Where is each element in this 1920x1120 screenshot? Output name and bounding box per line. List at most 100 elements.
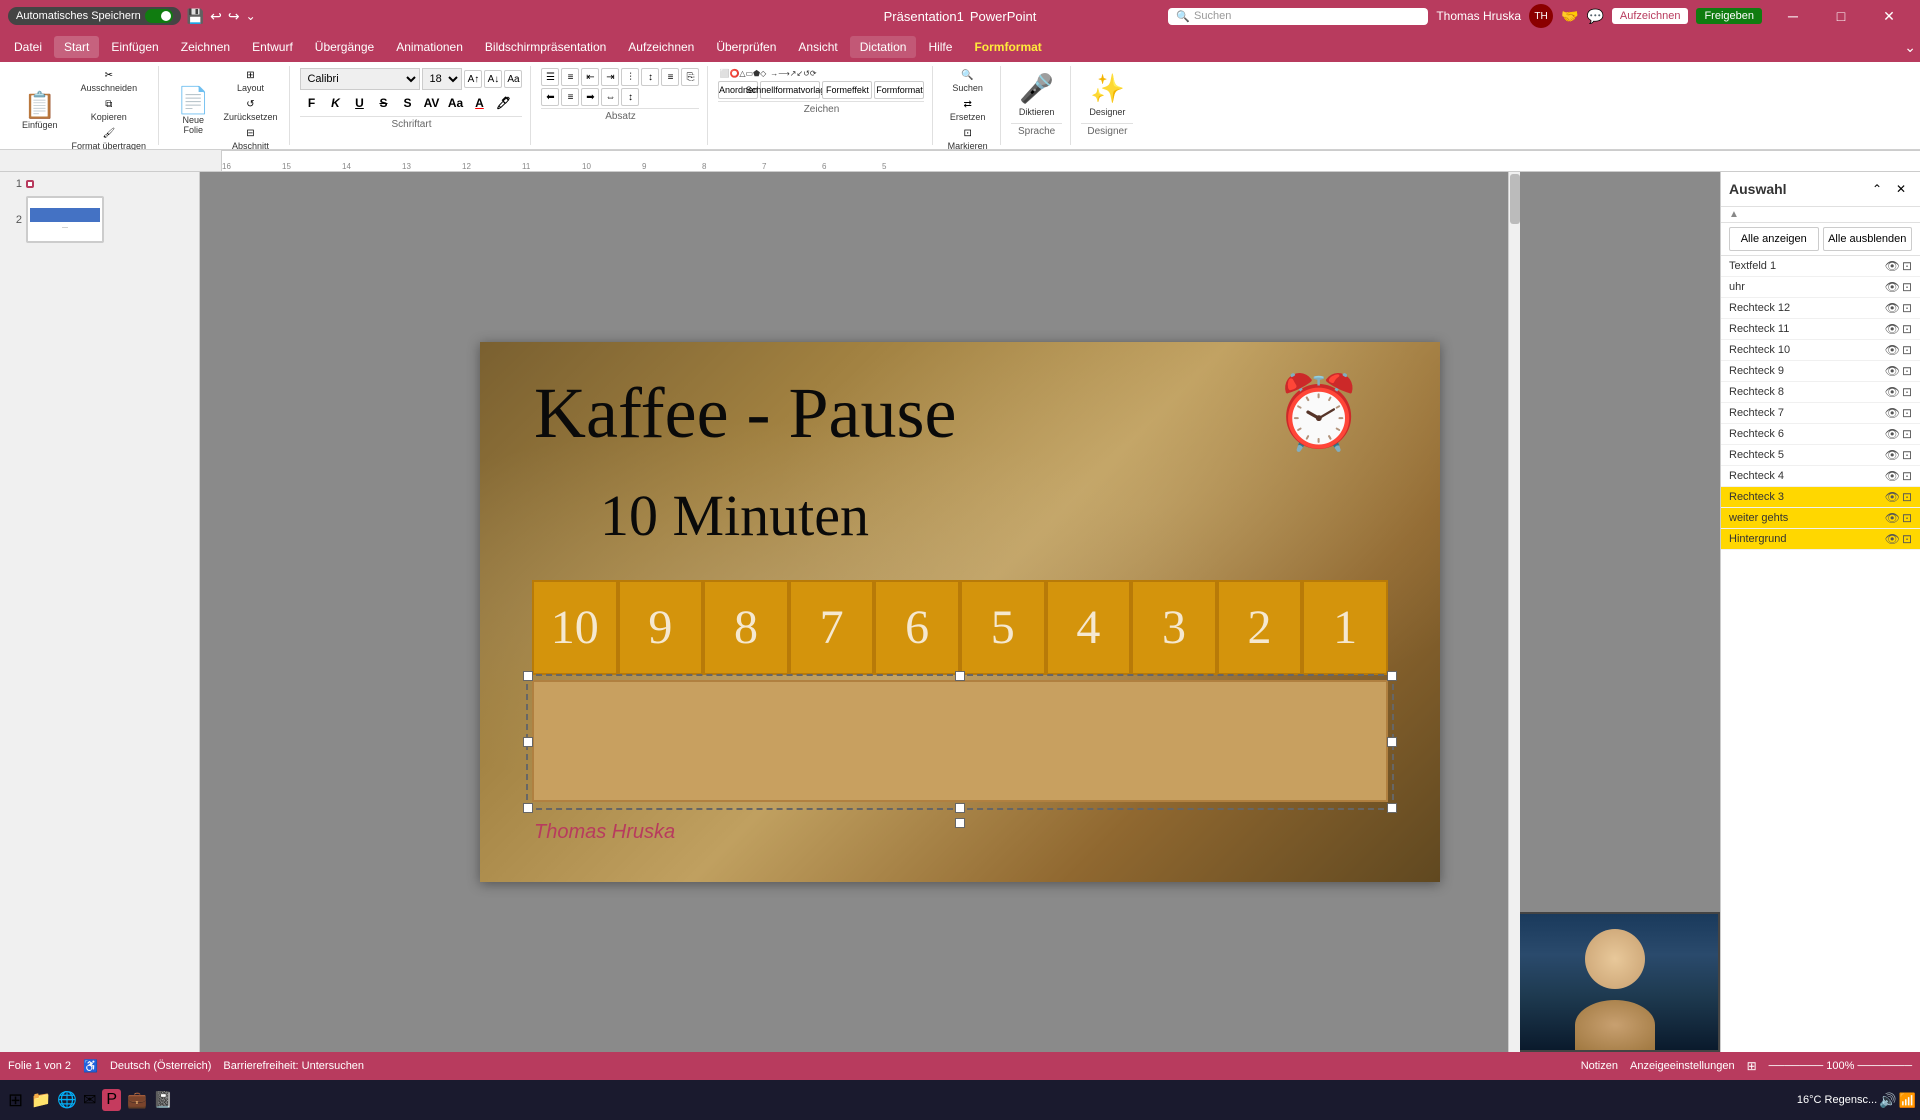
align-left-button[interactable]: ⬅ [541, 88, 559, 106]
line-spacing-button[interactable]: ↕ [621, 88, 639, 106]
increase-indent-button[interactable]: ⇥ [601, 68, 619, 86]
menu-datei[interactable]: Datei [4, 36, 52, 58]
menu-aufzeichnen[interactable]: Aufzeichnen [618, 36, 704, 58]
panel-close-button[interactable]: ✕ [1890, 178, 1912, 200]
view-settings-button[interactable]: Anzeigeeinstellungen [1630, 1060, 1735, 1072]
menu-hilfe[interactable]: Hilfe [918, 36, 962, 58]
layer-rechteck8[interactable]: Rechteck 8 👁 ⊡ [1721, 382, 1920, 403]
neue-folie-button[interactable]: 📄 NeueFolie [169, 83, 217, 139]
formeffekt-button[interactable]: Formeffekt [822, 81, 872, 99]
font-increase-button[interactable]: A↑ [464, 70, 482, 88]
ersetzen-button[interactable]: ⇄ Ersetzen [946, 97, 990, 124]
lock-icon[interactable]: ⊡ [1902, 385, 1912, 399]
lock-icon[interactable]: ⊡ [1902, 511, 1912, 525]
layer-rechteck7[interactable]: Rechteck 7 👁 ⊡ [1721, 403, 1920, 424]
menu-entwurf[interactable]: Entwurf [242, 36, 303, 58]
bullet-list-button[interactable]: ☰ [541, 68, 559, 86]
menu-ueberpruefen[interactable]: Überprüfen [706, 36, 786, 58]
numbered-list-button[interactable]: ≡ [561, 68, 579, 86]
taskbar-onenote[interactable]: 📓 [153, 1090, 173, 1110]
font-color-button[interactable]: A [468, 92, 490, 114]
scroll-thumb[interactable] [1510, 174, 1520, 224]
layer-rechteck12[interactable]: Rechteck 12 👁 ⊡ [1721, 298, 1920, 319]
taskbar-mail[interactable]: ✉ [83, 1090, 96, 1110]
eye-icon[interactable]: 👁 [1885, 511, 1900, 525]
vertical-scrollbar[interactable] [1508, 172, 1520, 1052]
taskbar-teams[interactable]: 💼 [127, 1090, 147, 1110]
lock-icon[interactable]: ⊡ [1902, 280, 1912, 294]
layer-rechteck11[interactable]: Rechteck 11 👁 ⊡ [1721, 319, 1920, 340]
lock-icon[interactable]: ⊡ [1902, 322, 1912, 336]
align-text-button[interactable]: ≡ [661, 68, 679, 86]
taskbar-powerpoint[interactable]: P [102, 1089, 121, 1111]
eye-icon[interactable]: 👁 [1885, 490, 1900, 504]
lock-icon[interactable]: ⊡ [1902, 406, 1912, 420]
lock-icon[interactable]: ⊡ [1902, 301, 1912, 315]
lock-icon[interactable]: ⊡ [1902, 490, 1912, 504]
schnellformat-button[interactable]: Schnellformatvorlagen [760, 81, 820, 99]
autosave-toggle[interactable] [145, 9, 173, 23]
menu-einfuegen[interactable]: Einfügen [101, 36, 168, 58]
panel-expand-button[interactable]: ⌃ [1866, 178, 1888, 200]
show-all-button[interactable]: Alle anzeigen [1729, 227, 1819, 251]
eye-icon[interactable]: 👁 [1885, 406, 1900, 420]
menu-start[interactable]: Start [54, 36, 99, 58]
justify-button[interactable]: ⇔ [601, 88, 619, 106]
italic-button[interactable]: K [324, 92, 346, 114]
case-button[interactable]: Aa [444, 92, 466, 114]
menu-animationen[interactable]: Animationen [386, 36, 473, 58]
einfuegen-button[interactable]: 📋 Einfügen [14, 88, 66, 134]
lock-icon[interactable]: ⊡ [1902, 364, 1912, 378]
layer-hintergrund[interactable]: Hintergrund 👁 ⊡ [1721, 529, 1920, 550]
clear-format-button[interactable]: Aa [504, 70, 522, 88]
accessibility-status[interactable]: Barrierefreiheit: Untersuchen [223, 1060, 364, 1072]
align-right-button[interactable]: ➡ [581, 88, 599, 106]
char-spacing-button[interactable]: AV [420, 92, 442, 114]
eye-icon[interactable]: 👁 [1885, 469, 1900, 483]
eye-icon[interactable]: 👁 [1885, 301, 1900, 315]
kopieren-button[interactable]: ⧉ Kopieren [68, 97, 151, 124]
taskbar-explorer[interactable]: 📁 [31, 1090, 51, 1110]
eye-icon[interactable]: 👁 [1885, 280, 1900, 294]
strikethrough-button[interactable]: S [372, 92, 394, 114]
underline-button[interactable]: U [348, 92, 370, 114]
system-tray[interactable]: 🔊 [1879, 1092, 1896, 1109]
eye-icon[interactable]: 👁 [1885, 364, 1900, 378]
comment-icon[interactable]: 💬 [1586, 8, 1603, 25]
start-menu-icon[interactable]: ⊞ [8, 1090, 23, 1111]
lock-icon[interactable]: ⊡ [1902, 259, 1912, 273]
format-uebertragen-button[interactable]: 🖌 Format übertragen [68, 126, 151, 153]
layer-rechteck3[interactable]: Rechteck 3 👁 ⊡ [1721, 487, 1920, 508]
slide-thumb-1[interactable]: Kaffee - Pause 10 Minuten 10 9 8 7 6 5 [26, 180, 34, 188]
undo-icon[interactable]: ↩ [210, 8, 222, 25]
notes-button[interactable]: Notizen [1581, 1060, 1618, 1072]
highlight-button[interactable]: 🖊 [492, 92, 514, 114]
maximize-button[interactable]: □ [1818, 0, 1864, 32]
formformat-btn[interactable]: Formformat [874, 81, 924, 99]
redo-icon[interactable]: ↪ [228, 8, 240, 25]
font-size-select[interactable]: 18 [422, 68, 462, 90]
network-icon[interactable]: 📶 [1899, 1092, 1916, 1109]
lock-icon[interactable]: ⊡ [1902, 532, 1912, 546]
search-box[interactable]: 🔍 Suchen [1168, 8, 1428, 25]
share-btn[interactable]: Freigeben [1696, 8, 1762, 24]
panel-scroll-up[interactable]: ▲ [1721, 207, 1920, 223]
font-family-select[interactable]: Calibri [300, 68, 420, 90]
eye-icon[interactable]: 👁 [1885, 322, 1900, 336]
menu-dictation[interactable]: Dictation [850, 36, 917, 58]
lock-icon[interactable]: ⊡ [1902, 469, 1912, 483]
markieren-button[interactable]: ⊡ Markieren [944, 126, 992, 153]
menu-zeichnen[interactable]: Zeichnen [171, 36, 240, 58]
text-direction-button[interactable]: ↕ [641, 68, 659, 86]
suchen-button[interactable]: 🔍 Suchen [948, 68, 987, 95]
present-btn[interactable]: Aufzeichnen [1612, 8, 1689, 24]
abschnitt-button[interactable]: ⊟ Abschnitt [219, 126, 281, 153]
layer-rechteck10[interactable]: Rechteck 10 👁 ⊡ [1721, 340, 1920, 361]
lock-icon[interactable]: ⊡ [1902, 427, 1912, 441]
layer-textfeld1[interactable]: Textfeld 1 👁 ⊡ [1721, 256, 1920, 277]
layer-rechteck9[interactable]: Rechteck 9 👁 ⊡ [1721, 361, 1920, 382]
close-button[interactable]: ✕ [1866, 0, 1912, 32]
menu-formformat[interactable]: Formformat [964, 36, 1051, 58]
lock-icon[interactable]: ⊡ [1902, 448, 1912, 462]
eye-icon[interactable]: 👁 [1885, 385, 1900, 399]
